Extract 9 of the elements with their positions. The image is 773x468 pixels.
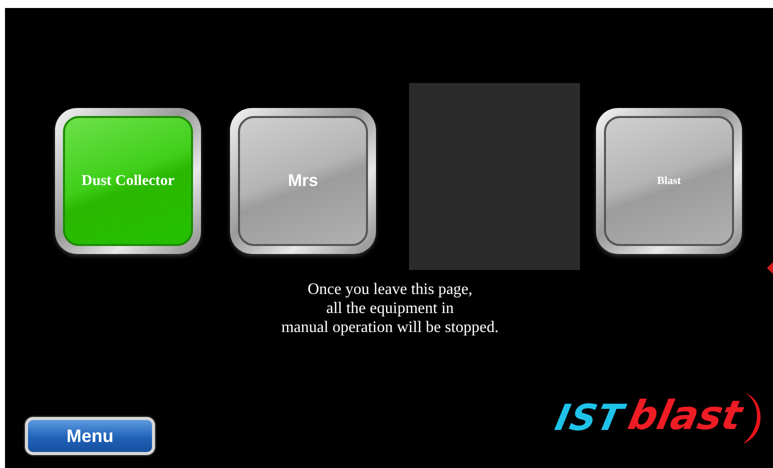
equipment-button[interactable]: Blast [604, 116, 734, 246]
triangle-icon [767, 262, 773, 274]
warning-text: all the equipment in [326, 299, 454, 318]
menu-button[interactable]: Menu [25, 417, 155, 455]
equipment-button[interactable]: Dust Collector [63, 116, 193, 246]
warning-text: Once you leave this page, [308, 280, 472, 299]
swoosh-icon [743, 391, 763, 445]
warning-text: manual operation will be stopped. [281, 318, 499, 337]
equipment-button[interactable]: Mrs [238, 116, 368, 246]
